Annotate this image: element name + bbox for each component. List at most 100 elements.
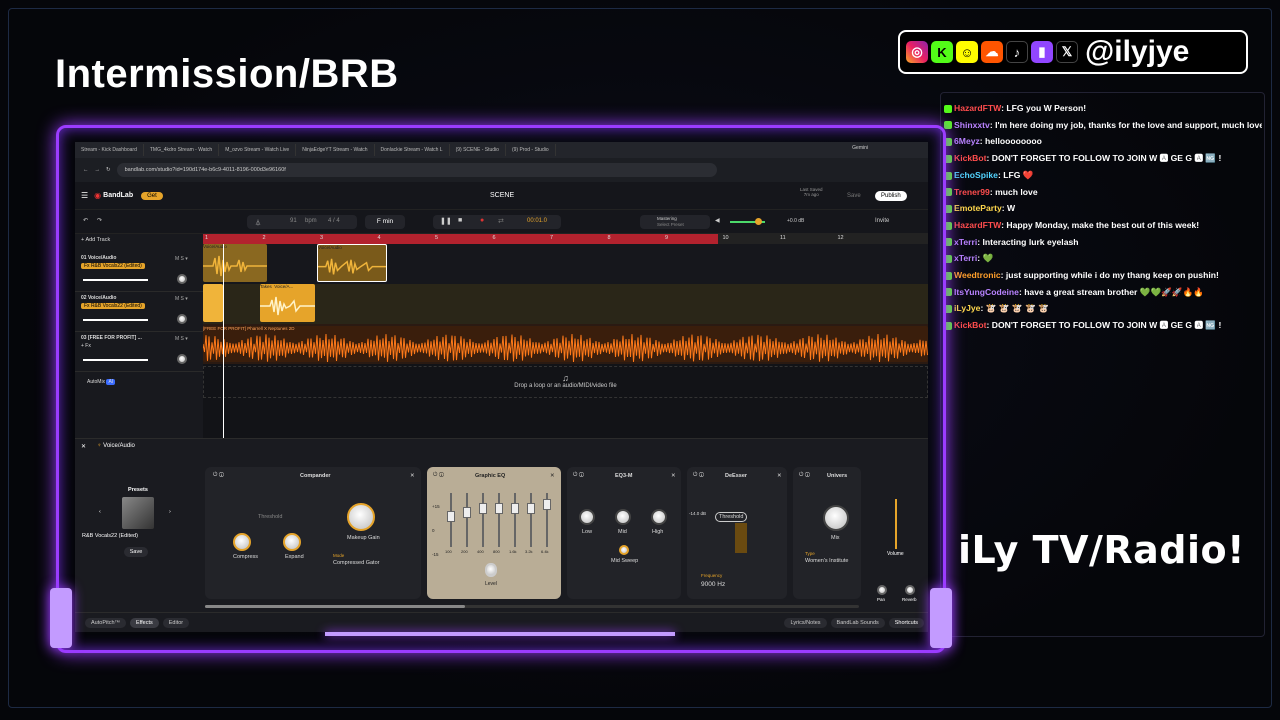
browser-tab[interactable]: Stream - Kick Dashboard [75,144,144,156]
audio-region[interactable] [203,284,223,322]
track-pan-knob[interactable] [177,274,187,284]
close-icon[interactable]: ✕ [410,473,415,479]
chat-username[interactable]: iLyJye [954,303,980,313]
preset-artwork[interactable] [122,497,154,529]
close-icon[interactable]: ✕ [671,473,676,479]
chat-username[interactable]: Shinxxtv [954,120,990,130]
track-fx-chip[interactable]: Fx R&B Vocals22 (Edited) [81,303,145,309]
type-select[interactable]: Women's Institute [805,558,848,564]
close-icon[interactable]: ✕ [550,473,555,479]
eq-band-slider[interactable] [482,493,484,547]
makeup-gain-knob[interactable] [347,503,375,531]
invite-button[interactable]: Invite [875,218,889,224]
timeline-ruler[interactable]: 1 2 3 4 5 6 7 8 9 10 11 12 [203,234,928,244]
mastering-selector[interactable]: Mastering Select Preset [640,215,710,229]
track-pan-knob[interactable] [177,354,187,364]
drop-zone[interactable]: ♫ Drop a loop or an audio/MIDI/video file [203,366,928,398]
time-signature[interactable]: 4 / 4 [328,218,340,224]
high-knob[interactable] [651,509,667,525]
next-preset-icon[interactable]: › [169,509,171,515]
publish-button[interactable]: Publish [875,190,907,201]
fx-scrollbar-thumb[interactable] [205,605,465,608]
track-fx-chip[interactable]: + Fx [81,343,197,349]
browser-tab[interactable]: TMG_4kdro Stream - Watch [144,144,220,156]
track-volume-slider[interactable] [83,279,148,281]
track-row[interactable]: 02 Voice/Audio Fx R&B Vocals22 (Edited) … [75,292,203,332]
volume-fader[interactable] [895,499,897,549]
chat-username[interactable]: KickBot [954,320,986,330]
track-volume-slider[interactable] [83,319,148,321]
track-pan-knob[interactable] [177,314,187,324]
audio-region[interactable]: Voice/Audio [317,244,387,282]
track-msr-buttons[interactable]: M S ▾ [175,336,188,342]
add-track-button[interactable]: + Add Track [81,237,110,243]
chat-username[interactable]: HazardFTW [954,103,1001,113]
tab-autopitch[interactable]: AutoPitch™ [85,617,127,628]
low-knob[interactable] [579,509,595,525]
chat-username[interactable]: xTerri [954,237,977,247]
close-icon[interactable]: ✕ [81,443,86,450]
preset-save-button[interactable]: Save [123,547,149,557]
browser-tab[interactable]: Donlackie Stream - Watch L [375,144,450,156]
track-row[interactable]: 01 Voice/Audio Fx R&B Vocals22 (Edited) … [75,252,203,292]
prev-preset-icon[interactable]: ‹ [99,509,101,515]
browser-tab[interactable]: (9) Prod - Studio [506,144,556,156]
tab-effects[interactable]: Effects [130,617,159,628]
power-toggle[interactable]: ⏻ ⓘ [799,472,810,479]
mode-select[interactable]: Compressed Gator [333,560,379,566]
gemini-button[interactable]: Gemini [852,145,868,151]
tab-editor[interactable]: Editor [162,617,190,628]
back-icon[interactable]: ← [83,167,89,173]
eq-band-slider[interactable] [530,493,532,547]
redo-icon[interactable]: ↷ [97,217,102,224]
browser-tab[interactable]: (9) SCENE - Studio [450,144,506,156]
menu-icon[interactable]: ☰ [81,191,88,200]
key-selector[interactable]: F min [365,215,405,229]
frequency-value[interactable]: 9000 Hz [701,581,725,588]
reverb-knob[interactable] [905,585,915,595]
pause-icon[interactable]: ❚❚ [440,217,452,225]
chat-username[interactable]: Weedtronic [954,270,1001,280]
eq-band-handle[interactable] [479,503,487,514]
tab-lyrics[interactable]: Lyrics/Notes [784,617,827,628]
level-knob[interactable] [485,563,497,577]
track-fx-chip[interactable]: Fx R&B Vocals22 (Edited) [81,263,145,269]
track-msr-buttons[interactable]: M S ▾ [175,256,188,262]
lane-1[interactable] [203,244,928,284]
power-toggle[interactable]: ⏻ ⓘ [573,472,584,479]
expand-knob[interactable] [283,533,301,551]
fx-scrollbar[interactable] [205,605,859,608]
loop-range[interactable] [203,234,718,244]
eq-band-slider[interactable] [466,493,468,547]
mix-knob[interactable] [823,505,849,531]
eq-band-slider[interactable] [514,493,516,547]
chat-username[interactable]: xTerri [954,253,977,263]
eq-band-handle[interactable] [511,503,519,514]
forward-icon[interactable]: → [95,167,101,173]
chat-username[interactable]: EmoteParty [954,203,1002,213]
bpm-value[interactable]: 91 [290,218,297,224]
power-toggle[interactable]: ⏻ ⓘ [213,472,224,479]
threshold-control[interactable]: Threshold [715,512,748,522]
audio-region[interactable]: [FREE FOR PROFIT] Pharrell X Neptunes 2D [203,326,928,362]
chat-username[interactable]: ItsYungCodeine [954,287,1019,297]
preset-name[interactable]: R&B Vocals22 (Edited) [79,533,197,539]
arrangement-lanes[interactable]: Voice/Audio Voice/Audio Takes Voice/A...… [203,244,928,440]
eq-band-slider[interactable] [498,493,500,547]
eq-band-handle[interactable] [543,499,551,510]
compress-knob[interactable] [233,533,251,551]
metronome-icon[interactable]: ⏃ [255,218,261,227]
audio-region[interactable]: Voice/Audio [203,244,267,282]
track-row[interactable]: 03 [FREE FOR PROFIT] ... + Fx M S ▾ [75,332,203,372]
browser-tab[interactable]: M_ozvo Stream - Watch Live [219,144,297,156]
browser-tab[interactable]: NinjaEdgeYT Stream - Watch [296,144,375,156]
reload-icon[interactable]: ↻ [106,167,111,173]
undo-icon[interactable]: ↶ [83,217,88,224]
tab-sounds[interactable]: BandLab Sounds [830,617,885,628]
eq-band-handle[interactable] [527,503,535,514]
get-button[interactable]: Get [141,191,163,200]
stop-icon[interactable]: ■ [458,217,462,224]
automix-toggle[interactable]: AutoMix AI [87,379,116,385]
playhead[interactable] [223,244,224,440]
mid-knob[interactable] [615,509,631,525]
